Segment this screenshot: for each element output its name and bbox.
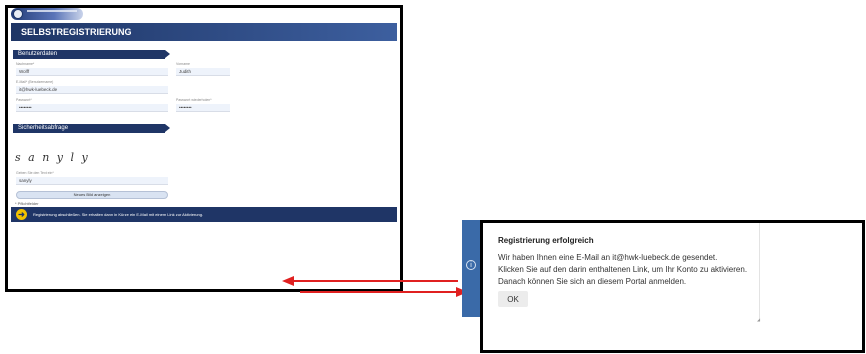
email-input[interactable]: it@hwk-luebeck.de bbox=[16, 86, 168, 94]
password-repeat-input[interactable]: •••••••• bbox=[176, 104, 230, 112]
lastname-label: Nachname* bbox=[16, 62, 35, 66]
info-icon: i bbox=[466, 260, 476, 270]
portal-header bbox=[8, 8, 400, 22]
success-dialog: Registrierung erfolgreich Wir haben Ihne… bbox=[480, 220, 865, 353]
logo-wordmark bbox=[27, 10, 77, 12]
section-header-security: Sicherheitsabfrage bbox=[13, 124, 170, 133]
section-arrow-icon bbox=[165, 124, 170, 132]
submit-bar[interactable]: ➜ Registrierung abschließen. Sie erhalte… bbox=[11, 207, 397, 222]
captcha-input[interactable]: sanyly bbox=[16, 177, 168, 185]
message-line: Danach können Sie sich an diesem Portal … bbox=[498, 277, 687, 286]
email-label: E-Mail* (Benutzername) bbox=[16, 80, 54, 84]
dialog-title: Registrierung erfolgreich bbox=[498, 236, 594, 245]
connector-arrows bbox=[282, 276, 468, 297]
password-input[interactable]: •••••••• bbox=[16, 104, 168, 112]
new-image-button[interactable]: Neues Bild anzeigen bbox=[16, 191, 168, 199]
arrow-right-circle-icon[interactable]: ➜ bbox=[16, 209, 27, 220]
section-label: Benutzerdaten bbox=[18, 51, 58, 57]
section-arrow-icon bbox=[165, 50, 170, 58]
logo-emblem-icon bbox=[13, 9, 23, 19]
submit-text: Registrierung abschließen. Sie erhalten … bbox=[33, 212, 204, 217]
left-arrowhead-icon bbox=[282, 276, 294, 286]
lastname-input[interactable]: Wolff bbox=[16, 68, 168, 76]
section-label: Sicherheitsabfrage bbox=[18, 125, 69, 131]
password-label: Passwort* bbox=[16, 98, 32, 102]
captcha-input-label: Geben Sie den Text ein* bbox=[16, 171, 54, 175]
firstname-input[interactable]: Judith bbox=[176, 68, 230, 76]
message-line: Klicken Sie auf den darin enthaltenen Li… bbox=[498, 265, 748, 274]
captcha-image: s a n y l y bbox=[15, 151, 90, 164]
firstname-label: Vorname bbox=[176, 62, 191, 66]
message-line: Wir haben Ihnen eine E-Mail an it@hwk-lu… bbox=[498, 253, 718, 262]
registration-screenshot-frame: SELBSTREGISTRIERUNG Benutzerdaten Nachna… bbox=[5, 5, 403, 292]
required-fields-note: * Pflichtfelder bbox=[15, 201, 39, 206]
resize-grip-icon[interactable]: ◢ bbox=[757, 317, 760, 322]
section-header-user-data: Benutzerdaten bbox=[13, 50, 170, 59]
ok-button[interactable]: OK bbox=[498, 291, 528, 307]
dialog-divider bbox=[759, 223, 760, 319]
portal-logo bbox=[11, 8, 83, 20]
dialog-message: Wir haben Ihnen eine E-Mail an it@hwk-lu… bbox=[498, 252, 838, 288]
page-title: SELBSTREGISTRIERUNG bbox=[11, 23, 397, 41]
password-repeat-label: Passwort wiederholen* bbox=[176, 98, 212, 102]
